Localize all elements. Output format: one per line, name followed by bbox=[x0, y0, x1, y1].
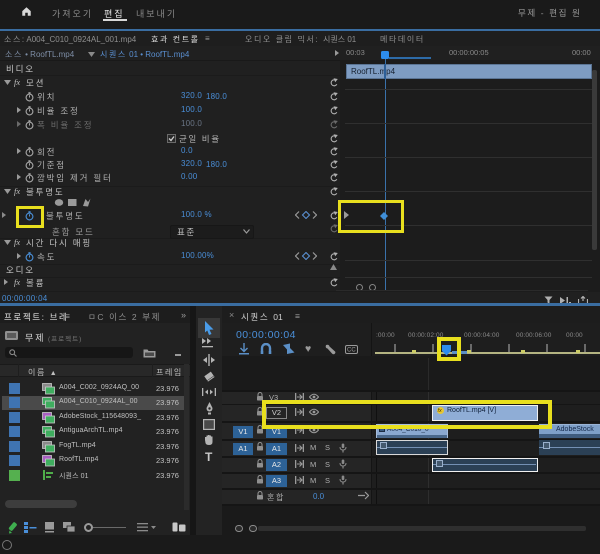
svg-text:CC: CC bbox=[347, 348, 356, 354]
